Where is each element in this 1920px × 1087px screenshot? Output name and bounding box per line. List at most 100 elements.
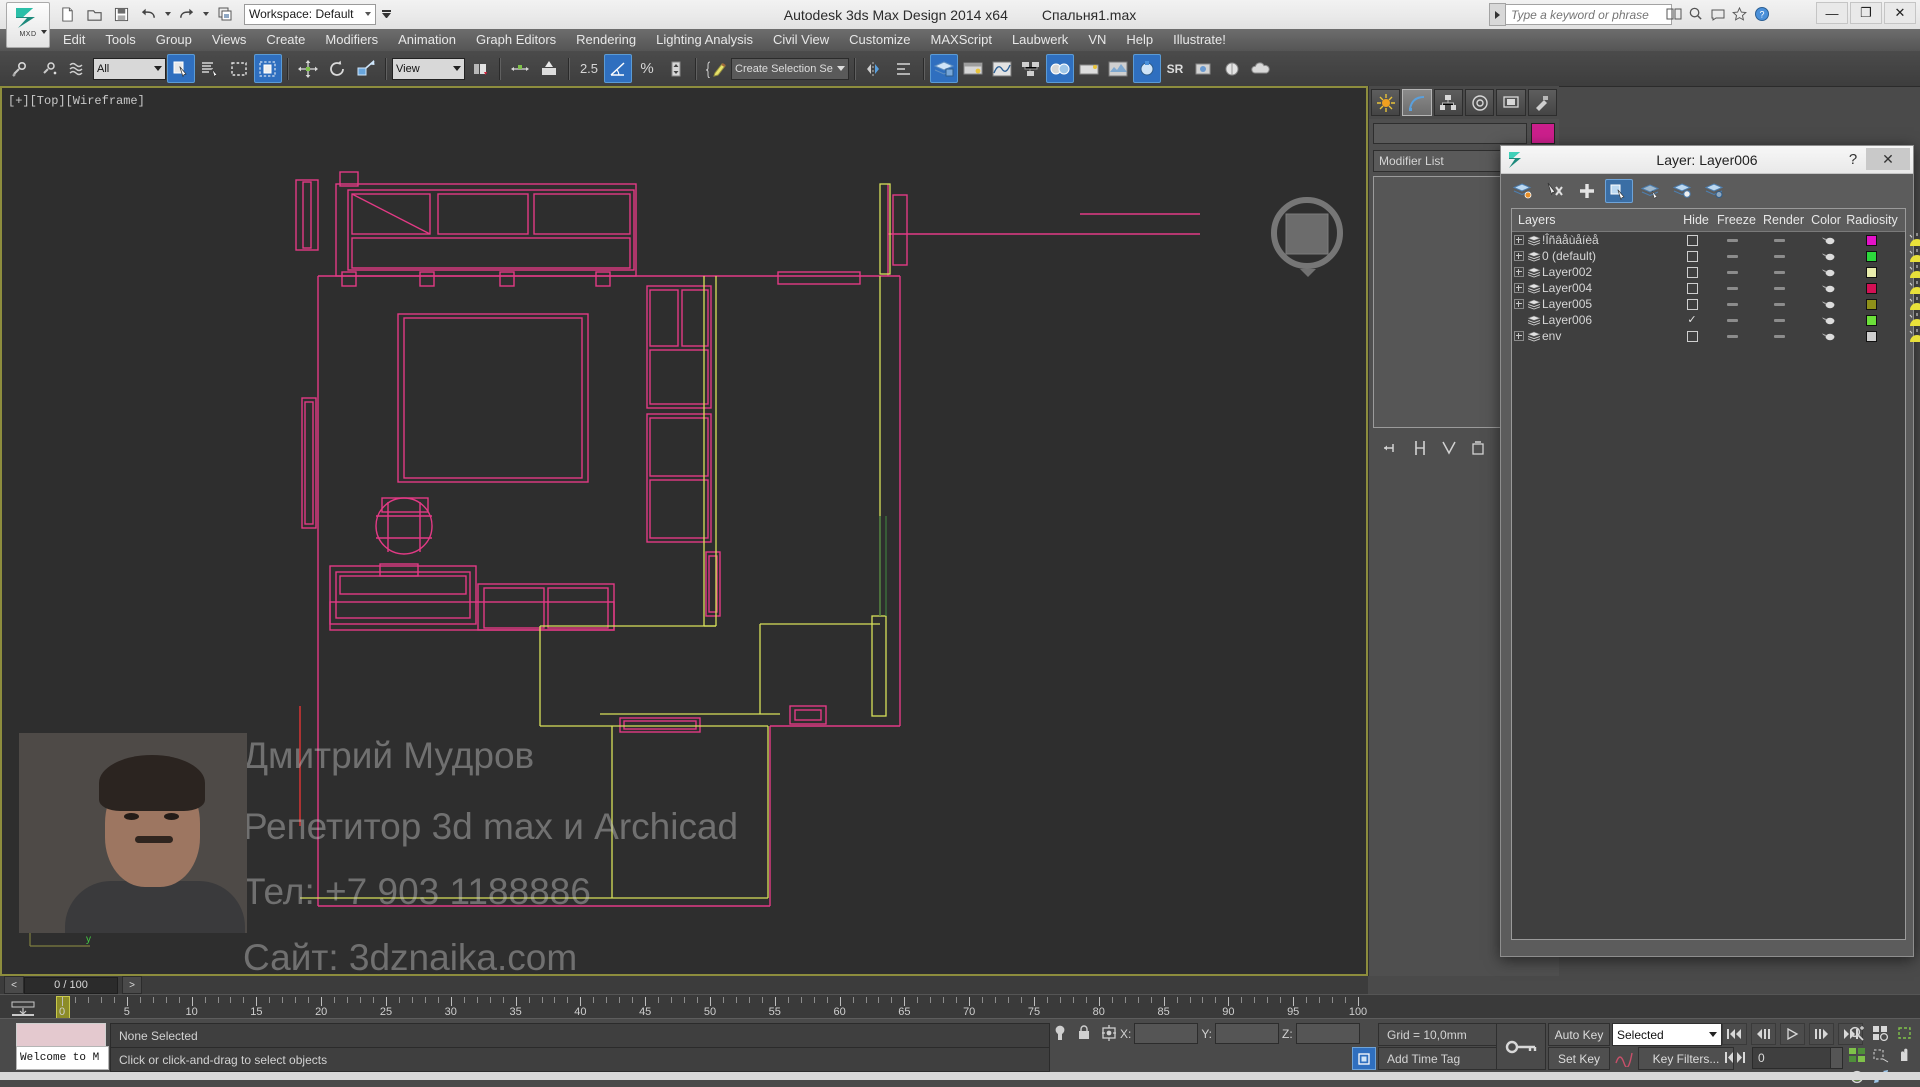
- curve-editor-icon[interactable]: [988, 54, 1016, 83]
- material-editor-icon[interactable]: [1046, 54, 1074, 83]
- menu-item-lighting-analysis[interactable]: Lighting Analysis: [646, 29, 763, 51]
- select-and-move-icon[interactable]: [294, 54, 322, 83]
- single-render-label[interactable]: SR: [1162, 58, 1188, 80]
- layer-color-swatch[interactable]: [1853, 282, 1889, 294]
- hide-toggle[interactable]: [1710, 254, 1755, 258]
- hide-toggle[interactable]: [1710, 286, 1755, 290]
- open-file-icon[interactable]: [82, 3, 107, 26]
- select-and-link-icon[interactable]: [6, 54, 34, 83]
- redo-dropdown-icon[interactable]: [201, 4, 210, 25]
- spinner-snap-toggle-icon[interactable]: [662, 54, 690, 83]
- set-current-layer-checkbox[interactable]: [1674, 266, 1710, 278]
- coord-x-field[interactable]: [1134, 1023, 1199, 1044]
- layer-name[interactable]: Layer002: [1542, 265, 1646, 279]
- render-toggle-icon[interactable]: [1804, 331, 1853, 341]
- reference-coordinate-dropdown[interactable]: View: [392, 57, 465, 80]
- layer-row[interactable]: env: [1512, 328, 1920, 344]
- hide-toggle[interactable]: [1710, 334, 1755, 338]
- undo-dropdown-icon[interactable]: [163, 4, 172, 25]
- play-animation-icon[interactable]: [1780, 1023, 1805, 1045]
- menu-item-modifiers[interactable]: Modifiers: [315, 29, 388, 51]
- layer-row[interactable]: Layer002: [1512, 264, 1920, 280]
- menu-item-rendering[interactable]: Rendering: [566, 29, 646, 51]
- auto-key-button[interactable]: Auto Key: [1548, 1023, 1610, 1046]
- select-object-icon[interactable]: [167, 54, 195, 83]
- hide-toggle[interactable]: [1710, 302, 1755, 306]
- layer-name[interactable]: Layer005: [1542, 297, 1646, 311]
- selection-lock-icon[interactable]: [1077, 1023, 1091, 1046]
- zoom-icon[interactable]: [1846, 1023, 1868, 1043]
- freeze-toggle[interactable]: [1755, 302, 1804, 306]
- render-toggle-icon[interactable]: [1804, 315, 1853, 325]
- layer-row[interactable]: Layer004: [1512, 280, 1920, 296]
- radiosity-icon[interactable]: [1889, 249, 1920, 263]
- maximize-button[interactable]: ❐: [1850, 2, 1882, 24]
- layer-color-swatch[interactable]: [1853, 330, 1889, 342]
- key-mode-toggle-icon[interactable]: [10, 999, 36, 1017]
- redo-icon[interactable]: [174, 3, 199, 26]
- menu-item-animation[interactable]: Animation: [388, 29, 466, 51]
- menu-item-views[interactable]: Views: [202, 29, 256, 51]
- expand-layer-icon[interactable]: [1512, 299, 1526, 309]
- select-and-scale-icon[interactable]: [352, 54, 380, 83]
- render-iterative-icon[interactable]: [1189, 54, 1217, 83]
- layer-color-swatch[interactable]: [1853, 266, 1889, 278]
- current-layer-check-icon[interactable]: ✓: [1674, 314, 1710, 325]
- layer-color-swatch[interactable]: [1853, 298, 1889, 310]
- layer-name[interactable]: 0 (default): [1542, 249, 1646, 263]
- render-toggle-icon[interactable]: [1804, 299, 1853, 309]
- set-current-layer-checkbox[interactable]: [1674, 298, 1710, 310]
- workspace-selector[interactable]: Workspace: Default: [244, 3, 376, 25]
- freeze-toggle[interactable]: [1755, 334, 1804, 338]
- layer-row[interactable]: Layer006 ✓: [1512, 312, 1920, 328]
- freeze-unfreeze-layer-icon[interactable]: [1701, 179, 1729, 203]
- close-dialog-button[interactable]: ✕: [1866, 148, 1910, 170]
- delete-highlighted-layer-icon[interactable]: [1541, 179, 1569, 203]
- set-key-button[interactable]: Set Key: [1548, 1047, 1610, 1070]
- select-and-manipulate-icon[interactable]: [506, 54, 534, 83]
- angle-snap-toggle-icon[interactable]: [604, 54, 632, 83]
- menu-item-tools[interactable]: Tools: [95, 29, 145, 51]
- menu-item-civil-view[interactable]: Civil View: [763, 29, 839, 51]
- rendered-frame-window-icon[interactable]: [1104, 54, 1132, 83]
- layer-color-swatch[interactable]: [1853, 250, 1889, 262]
- layer-name[interactable]: !Îñâåùåíèå: [1542, 233, 1646, 247]
- next-frame-button[interactable]: >: [122, 976, 142, 994]
- frame-readout[interactable]: 0 / 100: [24, 976, 118, 994]
- zoom-extents-icon[interactable]: [1894, 1023, 1916, 1043]
- named-selection-set-dropdown[interactable]: Create Selection Se: [731, 57, 849, 80]
- communication-center-icon[interactable]: [1709, 5, 1726, 22]
- set-key-toggle-icon[interactable]: [1496, 1023, 1546, 1070]
- object-name-field[interactable]: [1373, 123, 1527, 144]
- application-menu-button[interactable]: MXD: [6, 2, 50, 48]
- edit-named-selection-sets-icon[interactable]: [702, 54, 730, 83]
- render-toggle-icon[interactable]: [1804, 251, 1853, 261]
- create-new-layer-icon[interactable]: [1509, 179, 1537, 203]
- remove-modifier-icon[interactable]: [1466, 438, 1490, 458]
- expand-layer-icon[interactable]: [1512, 331, 1526, 341]
- layer-row[interactable]: !Îñâåùåíèå: [1512, 232, 1920, 248]
- radiosity-icon[interactable]: [1889, 233, 1920, 247]
- selection-filter-dropdown[interactable]: All: [93, 57, 166, 80]
- radiosity-icon[interactable]: [1889, 313, 1920, 327]
- hide-toggle[interactable]: [1710, 270, 1755, 274]
- make-unique-icon[interactable]: [1437, 438, 1461, 458]
- coord-y-field[interactable]: [1215, 1023, 1280, 1044]
- prev-frame-button[interactable]: <: [4, 976, 24, 994]
- favorites-star-icon[interactable]: [1731, 5, 1748, 22]
- viewport-label[interactable]: [+][Top][Wireframe]: [8, 94, 145, 108]
- freeze-toggle[interactable]: [1755, 238, 1804, 242]
- render-toggle-icon[interactable]: [1804, 267, 1853, 277]
- search-input[interactable]: [1506, 4, 1672, 25]
- use-pivot-point-center-icon[interactable]: [466, 54, 494, 83]
- highlight-selected-objects-layer-icon[interactable]: [1637, 179, 1665, 203]
- help-icon[interactable]: ?: [1753, 5, 1770, 22]
- menu-item-customize[interactable]: Customize: [839, 29, 920, 51]
- menu-item-group[interactable]: Group: [146, 29, 202, 51]
- frame-spinner[interactable]: [1830, 1047, 1843, 1069]
- next-frame-icon[interactable]: [1809, 1023, 1834, 1045]
- menu-item-create[interactable]: Create: [256, 29, 315, 51]
- menu-item-laubwerk[interactable]: Laubwerk: [1002, 29, 1078, 51]
- render-production-icon[interactable]: [1133, 54, 1161, 83]
- radiosity-icon[interactable]: [1889, 329, 1920, 343]
